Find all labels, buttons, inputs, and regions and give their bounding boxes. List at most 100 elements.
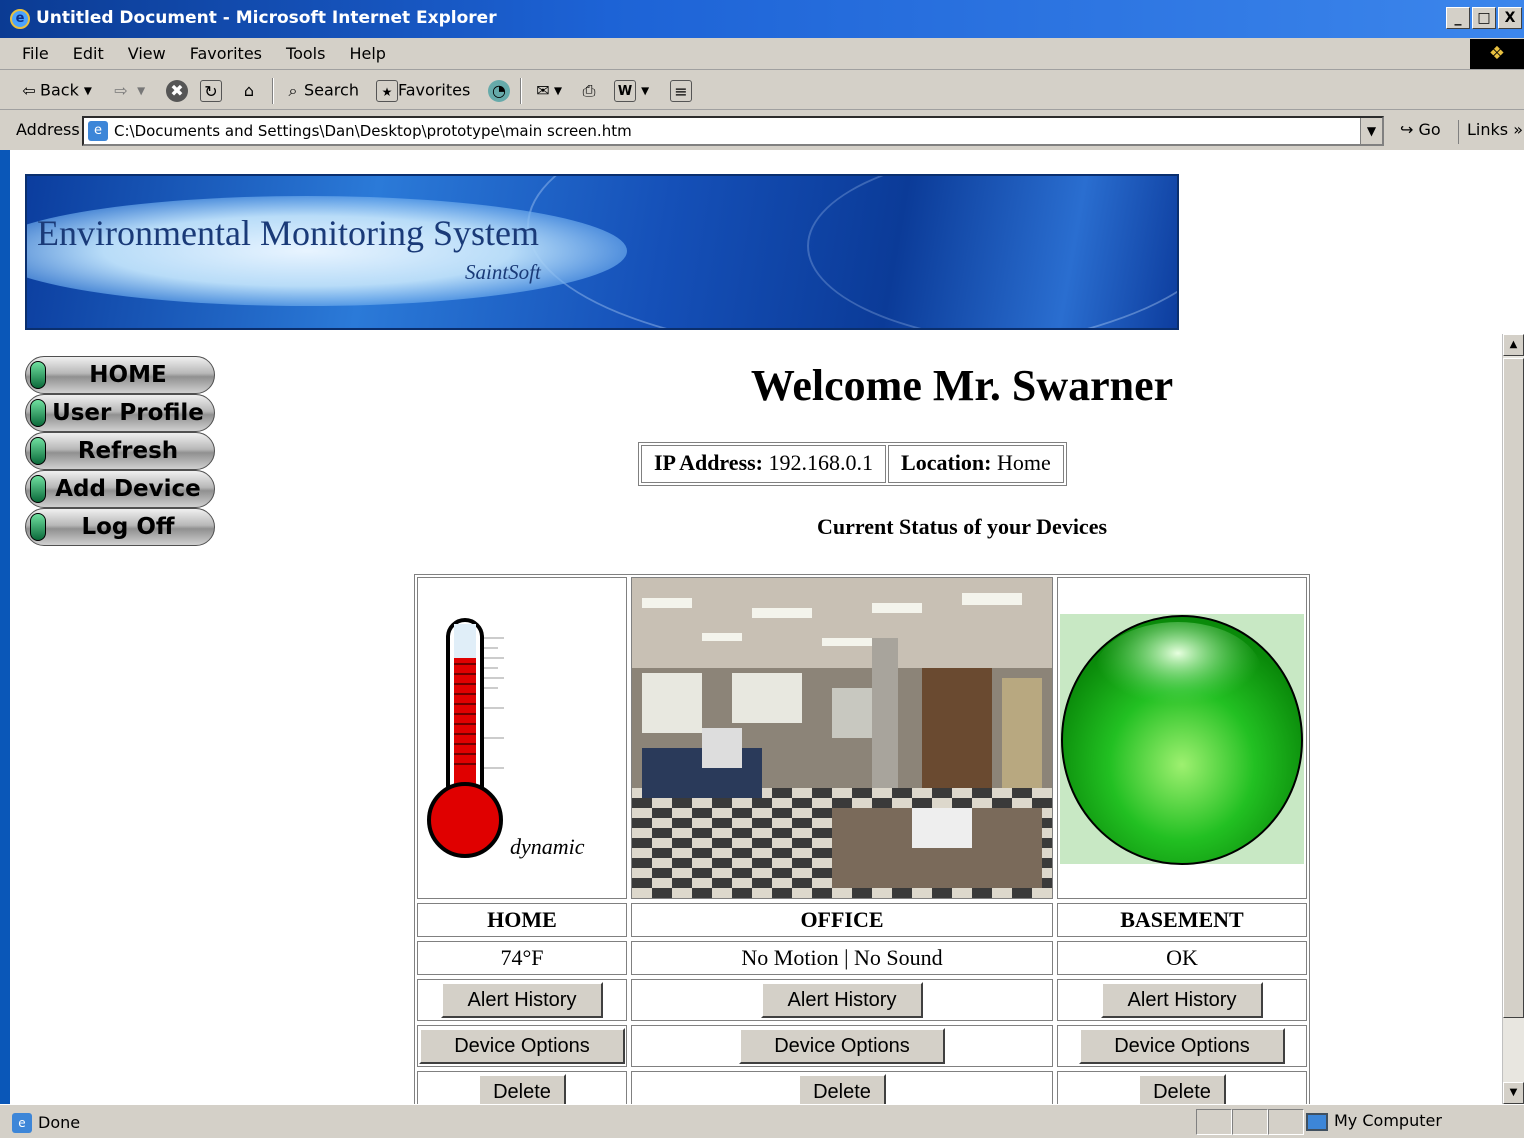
home-alert-history-button[interactable]: Alert History: [441, 982, 603, 1018]
go-arrow-icon: ↪: [1400, 120, 1414, 139]
device-status-basement: OK: [1057, 941, 1307, 975]
address-label: Address: [16, 120, 80, 139]
location-value: Home: [996, 450, 1051, 475]
back-arrow-icon: ⇦: [22, 81, 36, 100]
mail-button[interactable]: ✉ ▾: [532, 80, 562, 104]
device-status-home: 74°F: [417, 941, 627, 975]
favorites-button[interactable]: ★ Favorites: [376, 80, 470, 104]
forward-arrow-icon: ⇨: [114, 81, 128, 100]
office-photo-icon: [632, 578, 1052, 898]
nav-indicator-icon: [30, 437, 46, 465]
nav-user-profile-button[interactable]: User Profile: [25, 394, 215, 432]
discuss-button[interactable]: ≡: [670, 80, 692, 104]
favorites-star-icon: ★: [376, 80, 398, 102]
address-url[interactable]: C:\Documents and Settings\Dan\Desktop\pr…: [114, 122, 632, 140]
device-name-office: OFFICE: [631, 903, 1053, 937]
scroll-down-arrow-icon[interactable]: ▼: [1503, 1082, 1524, 1104]
device-options-cell: Device Options: [1057, 1025, 1307, 1067]
office-delete-button[interactable]: Delete: [798, 1074, 886, 1104]
delete-cell: Delete: [417, 1071, 627, 1104]
my-computer-icon: [1306, 1112, 1328, 1131]
window-title-bar: e Untitled Document - Microsoft Internet…: [0, 0, 1524, 38]
links-button[interactable]: Links »: [1458, 120, 1523, 144]
edit-button[interactable]: W ▾: [614, 80, 649, 104]
nav-refresh-button[interactable]: Refresh: [25, 432, 215, 470]
alert-history-cell: Alert History: [417, 979, 627, 1021]
device-status-office: No Motion | No Sound: [631, 941, 1053, 975]
address-bar: Address e C:\Documents and Settings\Dan\…: [0, 112, 1524, 150]
basement-device-options-button[interactable]: Device Options: [1079, 1028, 1285, 1064]
page-done-icon: e: [12, 1113, 32, 1133]
basement-delete-button[interactable]: Delete: [1138, 1074, 1226, 1104]
banner-title: Environmental Monitoring System: [37, 213, 539, 253]
discuss-icon: ≡: [670, 80, 692, 102]
history-button[interactable]: ◔: [488, 80, 510, 104]
device-name-basement: BASEMENT: [1057, 903, 1307, 937]
maximize-button[interactable]: □: [1472, 7, 1496, 29]
minimize-button[interactable]: _: [1446, 7, 1470, 29]
scroll-up-arrow-icon[interactable]: ▲: [1503, 334, 1524, 356]
stop-button[interactable]: ✖: [166, 80, 188, 104]
office-alert-history-button[interactable]: Alert History: [761, 982, 923, 1018]
device-options-cell: Device Options: [417, 1025, 627, 1067]
search-button[interactable]: ⌕ Search: [282, 80, 359, 104]
close-button[interactable]: X: [1498, 7, 1522, 29]
stop-icon: ✖: [166, 80, 188, 102]
window-title: Untitled Document - Microsoft Internet E…: [36, 8, 497, 28]
refresh-button[interactable]: ↻: [200, 80, 222, 104]
word-edit-icon: W: [614, 80, 636, 102]
page-icon: e: [88, 121, 108, 141]
nav-log-off-button[interactable]: Log Off: [25, 508, 215, 546]
ie-logo-icon: e: [10, 9, 30, 29]
menu-view[interactable]: View: [116, 44, 178, 63]
status-text: Done: [38, 1113, 81, 1132]
menu-tools[interactable]: Tools: [274, 44, 337, 63]
menu-edit[interactable]: Edit: [61, 44, 116, 63]
ip-address-cell: IP Address: 192.168.0.1: [641, 445, 887, 483]
back-button[interactable]: ⇦ Back ▾: [18, 80, 92, 104]
windows-logo-icon: ❖: [1470, 39, 1524, 69]
page-content: Environmental Monitoring System SaintSof…: [10, 150, 1524, 1104]
menu-favorites[interactable]: Favorites: [178, 44, 274, 63]
forward-button[interactable]: ⇨ ▾: [110, 80, 145, 104]
toolbar-separator: [520, 78, 522, 104]
menu-file[interactable]: File: [10, 44, 61, 63]
home-button[interactable]: ⌂: [238, 80, 260, 104]
home-image-cell: dynamic: [417, 577, 627, 899]
scroll-thumb[interactable]: [1503, 358, 1524, 1018]
home-image-caption: dynamic: [510, 834, 585, 859]
home-icon: ⌂: [243, 81, 255, 100]
device-name-home: HOME: [417, 903, 627, 937]
status-panes: [1196, 1109, 1304, 1135]
vertical-scrollbar[interactable]: ▲ ▼: [1502, 334, 1524, 1104]
office-image-cell: [631, 577, 1053, 899]
standard-toolbar: ⇦ Back ▾ ⇨ ▾ ✖ ↻ ⌂ ⌕ Search ★ Favorites ◔ ✉…: [0, 72, 1524, 110]
nav-indicator-icon: [30, 361, 46, 389]
home-device-options-button[interactable]: Device Options: [419, 1028, 625, 1064]
alert-history-cell: Alert History: [1057, 979, 1307, 1021]
print-icon: ⎙: [582, 81, 596, 100]
status-heading: Current Status of your Devices: [816, 514, 1108, 539]
basement-image-cell: [1057, 577, 1307, 899]
address-input[interactable]: e C:\Documents and Settings\Dan\Desktop\…: [82, 116, 1384, 146]
address-dropdown-icon[interactable]: ▼: [1360, 118, 1382, 144]
nav-menu: HOME User Profile Refresh Add Device Log…: [25, 356, 217, 546]
office-device-options-button[interactable]: Device Options: [739, 1028, 945, 1064]
nav-add-device-button[interactable]: Add Device: [25, 470, 215, 508]
go-button[interactable]: ↪ Go: [1400, 120, 1441, 139]
basement-alert-history-button[interactable]: Alert History: [1101, 982, 1263, 1018]
menu-help[interactable]: Help: [337, 44, 397, 63]
location-cell: Location: Home: [888, 445, 1064, 483]
location-label: Location:: [901, 450, 992, 475]
print-button[interactable]: ⎙: [578, 80, 600, 104]
delete-cell: Delete: [631, 1071, 1053, 1104]
home-delete-button[interactable]: Delete: [478, 1074, 566, 1104]
ip-address-value: 192.168.0.1: [768, 450, 874, 475]
search-icon: ⌕: [288, 81, 298, 100]
nav-home-button[interactable]: HOME: [25, 356, 215, 394]
security-zone: My Computer: [1306, 1111, 1442, 1131]
history-icon: ◔: [488, 80, 510, 102]
device-options-cell: Device Options: [631, 1025, 1053, 1067]
delete-cell: Delete: [1057, 1071, 1307, 1104]
status-bar: e Done My Computer: [0, 1104, 1524, 1138]
